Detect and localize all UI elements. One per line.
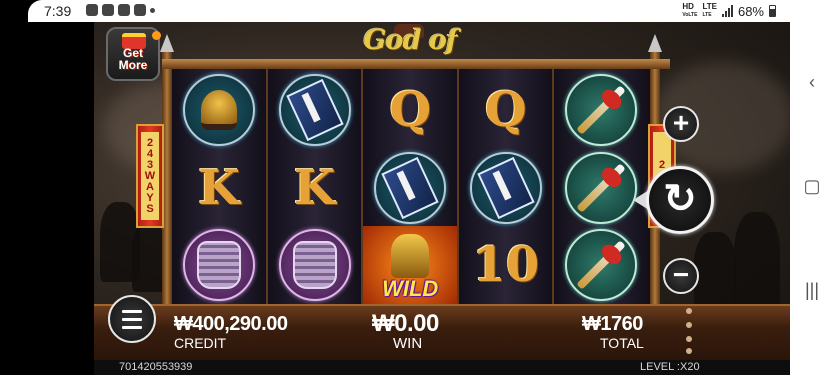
- sword-icon: [576, 85, 627, 135]
- menu-button[interactable]: [108, 295, 156, 343]
- symbol-armor: [172, 226, 266, 304]
- symbol-q: Q: [389, 82, 432, 138]
- reel-1: K: [172, 69, 268, 305]
- dot-icon: [150, 8, 155, 13]
- symbol-sword: [554, 226, 648, 304]
- symbol-book: [268, 71, 362, 149]
- level-label: LEVEL :: [640, 361, 680, 373]
- hd-icon: HD VoLTE: [682, 2, 698, 19]
- plus-button[interactable]: +: [663, 106, 699, 142]
- home-button[interactable]: ▢: [802, 176, 822, 196]
- reel-2: K: [267, 69, 364, 305]
- armor-icon: [292, 241, 337, 289]
- chevron-left-icon: ‹: [809, 72, 815, 92]
- rivet: [686, 336, 692, 342]
- reel-grid: K K Q WILD Q 10: [172, 69, 651, 305]
- footer-bar: 701420553939 LEVEL : X20: [94, 360, 790, 375]
- credit-value: ₩400,290.00: [174, 313, 288, 335]
- chat-icon: [102, 4, 114, 16]
- ways-banner-left: 2 4 3 W A Y S: [136, 124, 164, 228]
- spear-tip: [648, 34, 662, 52]
- sword-icon: [576, 163, 627, 213]
- jade-seal-icon: [391, 234, 430, 278]
- symbol-wild: WILD: [363, 226, 458, 304]
- win-value: ₩0.00: [372, 310, 439, 337]
- symbol-10: 10: [472, 237, 540, 293]
- symbol-k: K: [293, 160, 336, 216]
- signal-icon: [721, 5, 733, 17]
- clock: 7:39: [44, 3, 72, 19]
- message-icon: [86, 4, 98, 16]
- symbol-book: [459, 149, 553, 227]
- helmet-icon: [201, 90, 237, 130]
- book-icon: [477, 156, 535, 220]
- symbol-k: K: [198, 160, 240, 216]
- symbol-armor: [268, 226, 362, 304]
- armor-icon: [197, 241, 241, 289]
- screen: 7:39 HD VoLTE LTE LTE 68% God of Get Mor…: [0, 0, 835, 375]
- spear-tip: [160, 34, 174, 52]
- book-icon: [381, 156, 439, 220]
- symbol-book: [363, 149, 457, 227]
- symbol-q: Q: [484, 82, 527, 138]
- navigation-bar: ‹ ▢ |||: [790, 0, 835, 375]
- minus-icon: −: [672, 259, 690, 290]
- back-button[interactable]: ‹: [802, 72, 822, 92]
- home-icon: ▢: [803, 176, 821, 196]
- plus-icon: +: [672, 107, 690, 138]
- symbol-sword: [554, 149, 648, 227]
- system-icons: HD VoLTE LTE LTE 68%: [682, 3, 776, 19]
- menu-icon: [122, 309, 142, 313]
- bag-icon: [118, 4, 130, 16]
- image-icon: [134, 4, 146, 16]
- total-bet-value[interactable]: ₩1760: [582, 313, 643, 336]
- get-more-button[interactable]: Get More: [106, 27, 161, 81]
- reel-3: Q WILD: [363, 69, 459, 305]
- rivet: [686, 308, 692, 314]
- game-id: 701420553939: [119, 361, 193, 373]
- frame-top-bar: [162, 59, 670, 69]
- credit-label: CREDIT: [174, 335, 227, 351]
- status-bar: 7:39 HD VoLTE LTE LTE 68%: [28, 0, 790, 22]
- minus-button[interactable]: −: [663, 258, 699, 294]
- total-bet-label: TOTAL: [600, 335, 644, 351]
- symbol-helmet: [172, 71, 266, 149]
- sword-icon: [576, 240, 627, 290]
- reel-5: [554, 69, 651, 305]
- recents-button[interactable]: |||: [802, 280, 822, 300]
- recents-icon: |||: [804, 280, 820, 300]
- level-value: X20: [680, 361, 700, 373]
- game-canvas: God of War Get More K K Q: [94, 22, 790, 375]
- symbol-sword: [554, 71, 648, 149]
- win-label: WIN: [393, 335, 423, 352]
- background-soldier: [694, 232, 736, 312]
- background-soldier: [132, 222, 166, 292]
- battery-text: 68%: [737, 3, 764, 19]
- spin-button[interactable]: ↻: [646, 166, 714, 234]
- battery-icon: [769, 5, 776, 17]
- game-logo: God of War: [363, 25, 458, 87]
- lte-icon: LTE LTE: [702, 2, 717, 19]
- rivet: [686, 348, 692, 354]
- wild-label: WILD: [382, 276, 439, 301]
- book-icon: [285, 78, 344, 142]
- spin-icon: ↻: [663, 177, 697, 221]
- reel-4: Q 10: [458, 69, 555, 305]
- rivet: [686, 322, 692, 328]
- background-soldier: [734, 212, 780, 312]
- notification-icons: [86, 4, 155, 16]
